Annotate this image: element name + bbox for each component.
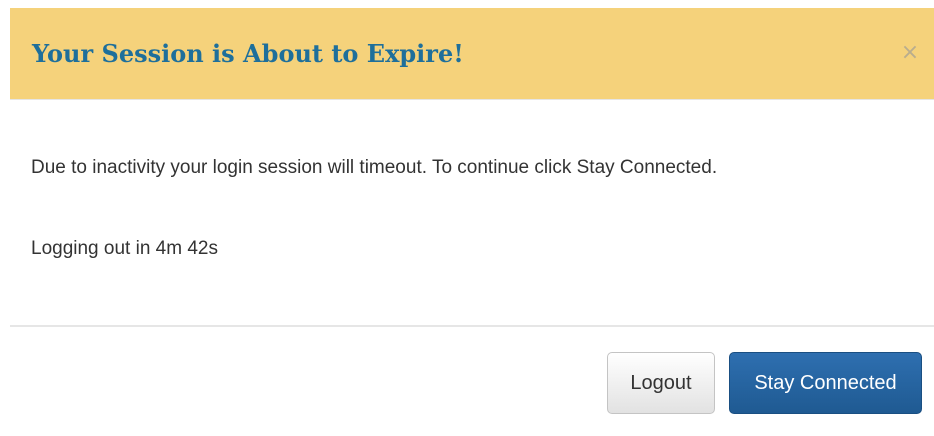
countdown-text: Logging out in 4m 42s	[31, 238, 218, 259]
close-button[interactable]: ×	[898, 36, 922, 70]
logout-button[interactable]: Logout	[607, 352, 715, 414]
session-timeout-dialog: Your Session is About to Expire! × Due t…	[10, 8, 934, 434]
dialog-header: Your Session is About to Expire! ×	[10, 8, 934, 99]
timeout-message: Due to inactivity your login session wil…	[31, 157, 718, 178]
dialog-body: Due to inactivity your login session wil…	[10, 99, 934, 326]
close-icon: ×	[900, 40, 920, 65]
dialog-title: Your Session is About to Expire!	[32, 39, 464, 68]
stay-connected-button[interactable]: Stay Connected	[729, 352, 922, 414]
dialog-footer: Logout Stay Connected	[10, 325, 934, 436]
